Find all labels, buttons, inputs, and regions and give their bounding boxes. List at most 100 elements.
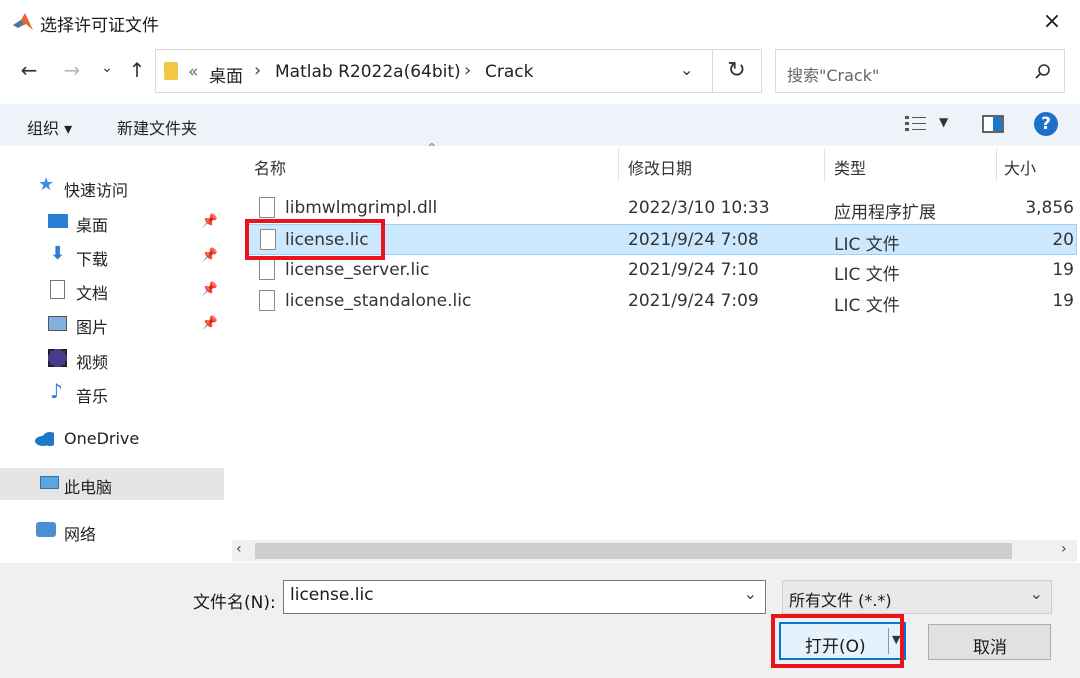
column-divider[interactable] [996,148,997,182]
cancel-button[interactable]: 取消 [928,624,1051,660]
file-row[interactable]: license_server.lic 2021/9/24 7:10 LIC 文件… [245,255,1077,286]
window-title: 选择许可证文件 [40,16,159,36]
desktop-icon [48,214,68,228]
sidebar-item-network[interactable]: 网络 [0,515,224,547]
search-input[interactable]: 搜索"Crack" [787,62,879,86]
address-bar[interactable]: « 桌面 › Matlab R2022a(64bit) › Crack ⌄ [155,49,713,93]
sidebar-item-label: 音乐 [76,387,109,406]
breadcrumb-matlab[interactable]: Matlab R2022a(64bit) [275,62,461,82]
pin-icon: 📌 [201,248,218,263]
recent-locations-icon[interactable]: ⌄ [98,60,116,76]
file-row[interactable]: libmwlmgrimpl.dll 2022/3/10 10:33 应用程序扩展… [245,193,1077,224]
filename-label: 文件名(N): [193,593,276,613]
help-icon[interactable]: ? [1034,112,1058,136]
column-header-type[interactable]: 类型 [834,155,866,179]
download-icon: ⬇ [50,243,66,264]
pin-icon: 📌 [201,282,218,297]
sidebar-item-music[interactable]: ♪ 音乐 [0,377,224,409]
split-divider [888,628,889,654]
file-type: LIC 文件 [834,296,900,316]
file-row[interactable]: license_standalone.lic 2021/9/24 7:09 LI… [245,286,1077,317]
sidebar-item-label: 此电脑 [64,478,113,497]
refresh-button[interactable]: ↻ [712,49,762,93]
view-dropdown-icon[interactable]: ▼ [939,115,948,129]
open-button-label: 打开(O) [805,637,866,657]
chevron-down-icon[interactable]: ⌄ [744,584,757,603]
chevron-down-icon[interactable]: ⌄ [1030,584,1043,603]
sidebar-item-desktop[interactable]: 桌面 📌 [0,206,224,238]
chevron-down-icon[interactable]: ⌄ [680,60,693,79]
column-header-name[interactable]: 名称 [254,155,286,179]
folder-icon [164,62,178,80]
file-modified: 2021/9/24 7:08 [628,230,759,250]
sidebar-item-label: 下载 [76,250,109,269]
scrollbar-thumb[interactable] [255,543,1012,559]
scroll-left-icon[interactable]: ‹ [236,541,242,557]
new-folder-button[interactable]: 新建文件夹 [117,115,197,139]
close-button[interactable]: × [1038,8,1066,36]
file-row-selected[interactable]: license.lic 2021/9/24 7:08 LIC 文件 20 [245,224,1077,255]
dll-file-icon [259,197,275,218]
forward-icon[interactable]: → [59,58,85,82]
sidebar-item-videos[interactable]: 视频 [0,343,224,375]
sidebar-item-pictures[interactable]: 图片 📌 [0,308,224,340]
sidebar-item-label: 文档 [76,284,109,303]
file-icon [259,290,275,311]
chevron-right-icon[interactable]: › [464,60,471,81]
filename-input[interactable]: license.lic ⌄ [283,580,766,614]
sort-ascending-icon: ⌃ [426,141,438,157]
back-icon[interactable]: ← [16,58,42,82]
sidebar-item-onedrive[interactable]: OneDrive [0,423,224,455]
scroll-right-icon[interactable]: › [1061,541,1067,557]
cancel-button-label: 取消 [973,638,1007,658]
sidebar-item-this-pc[interactable]: 此电脑 [0,468,224,500]
file-name: license_standalone.lic [285,291,472,311]
sidebar-item-label: 快速访问 [64,181,129,200]
file-modified: 2021/9/24 7:09 [628,291,759,311]
column-header-size[interactable]: 大小 [1004,155,1036,179]
music-icon: ♪ [50,379,63,403]
up-icon[interactable]: ↑ [125,58,149,82]
file-modified: 2022/3/10 10:33 [628,198,770,218]
breadcrumb-crack[interactable]: Crack [485,62,533,82]
sidebar-item-label: 网络 [64,525,97,544]
network-icon [36,522,56,537]
file-icon [260,229,276,250]
pin-icon: 📌 [201,214,218,229]
column-divider[interactable] [824,148,825,182]
column-header-modified[interactable]: 修改日期 [628,155,692,179]
sidebar-item-downloads[interactable]: ⬇ 下载 📌 [0,240,224,272]
video-icon [48,349,67,367]
pin-icon: 📌 [201,316,218,331]
breadcrumb-overflow[interactable]: « [188,62,198,82]
sidebar-item-label: 桌面 [76,216,109,235]
sidebar-item-documents[interactable]: 文档 📌 [0,274,224,306]
organize-button[interactable]: 组织 ▾ [27,115,72,139]
file-modified: 2021/9/24 7:10 [628,260,759,280]
file-name: libmwlmgrimpl.dll [285,198,438,218]
command-bar: 组织 ▾ 新建文件夹 ▼ ? [0,104,1080,146]
file-size: 3,856 [1025,198,1074,218]
file-size: 19 [1052,260,1074,280]
file-size: 19 [1052,291,1074,311]
file-size: 20 [1052,230,1074,250]
open-dropdown-icon[interactable]: ▼ [892,633,900,646]
file-type: 应用程序扩展 [834,203,936,223]
file-name: license.lic [285,230,369,250]
document-icon [50,280,65,299]
sidebar-item-label: OneDrive [64,429,140,448]
cloud-icon [35,432,54,446]
view-options-icon[interactable] [904,114,928,134]
filetype-select[interactable]: 所有文件 (*.*) ⌄ [782,580,1052,614]
filename-value: license.lic [290,585,374,605]
computer-icon [40,476,59,489]
breadcrumb-desktop[interactable]: 桌面 [209,62,243,87]
open-button[interactable]: 打开(O) ▼ [779,622,906,660]
column-divider[interactable] [618,148,619,182]
search-box[interactable]: 搜索"Crack" [775,49,1065,93]
chevron-right-icon[interactable]: › [254,60,261,81]
preview-pane-icon[interactable] [982,115,1004,133]
sidebar-item-quick-access[interactable]: ★ 快速访问 [0,171,224,203]
matlab-logo-icon [13,13,33,30]
search-icon[interactable] [1034,63,1052,81]
